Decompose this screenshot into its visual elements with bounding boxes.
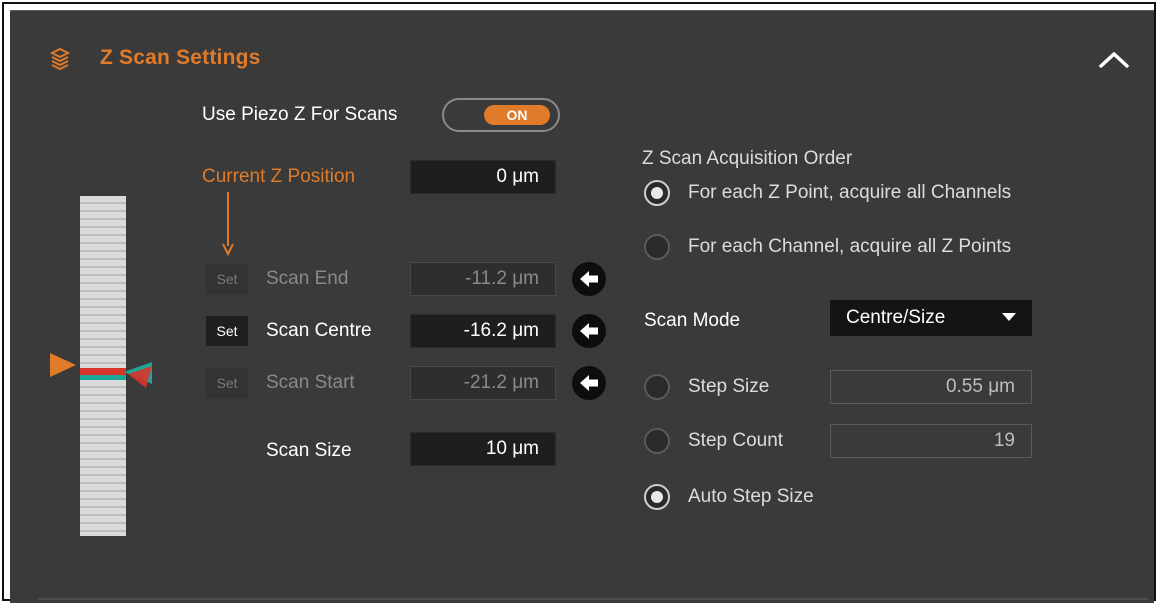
scan-start-field[interactable]: -21.2 μm	[410, 366, 556, 400]
scan-centre-label: Scan Centre	[266, 320, 372, 341]
header-divider	[10, 10, 1154, 11]
current-z-marker-icon	[50, 353, 76, 377]
scan-end-label: Scan End	[266, 268, 349, 289]
radio-step-size[interactable]	[644, 374, 670, 400]
caret-down-icon	[1002, 313, 1016, 321]
scan-mode-dropdown[interactable]: Centre/Size	[830, 300, 1032, 336]
step-size-label: Step Size	[688, 376, 770, 397]
step-count-field[interactable]: 19	[830, 424, 1032, 458]
set-scan-start-button[interactable]: Set	[206, 368, 248, 398]
scan-centre-field[interactable]: -16.2 μm	[410, 314, 556, 348]
scan-size-field[interactable]: 10 μm	[410, 432, 556, 466]
channel-all-z-points-label: For each Channel, acquire all Z Points	[688, 236, 1012, 257]
z-point-all-channels-label: For each Z Point, acquire all Channels	[688, 182, 1012, 203]
scan-end-field[interactable]: -11.2 μm	[410, 262, 556, 296]
z-scan-settings-panel: Z Scan Settings Use Piezo Z For Scans ON…	[10, 10, 1154, 603]
scan-range-marker-icon	[124, 362, 152, 388]
arrow-left-icon	[580, 323, 598, 339]
arrow-left-icon	[580, 271, 598, 287]
step-size-field[interactable]: 0.55 μm	[830, 370, 1032, 404]
scan-size-label: Scan Size	[266, 440, 352, 461]
panel-title: Z Scan Settings	[100, 46, 261, 69]
z-position-bar	[80, 196, 126, 536]
set-scan-end-button[interactable]: Set	[206, 264, 248, 294]
acquisition-order-heading: Z Scan Acquisition Order	[642, 148, 853, 169]
current-z-label: Current Z Position	[202, 166, 356, 187]
toggle-state: ON	[484, 105, 550, 125]
radio-auto-step-size[interactable]	[644, 484, 670, 510]
scan-end-goto-button[interactable]	[572, 262, 606, 296]
radio-channel-all-z-points[interactable]	[644, 234, 670, 260]
set-scan-centre-button[interactable]: Set	[206, 316, 248, 346]
scan-centre-goto-button[interactable]	[572, 314, 606, 348]
step-count-label: Step Count	[688, 430, 784, 451]
piezo-toggle[interactable]: ON	[442, 98, 560, 132]
radio-step-count[interactable]	[644, 428, 670, 454]
scan-mode-value: Centre/Size	[846, 307, 946, 328]
current-z-value: 0 μm	[410, 160, 556, 194]
radio-z-point-all-channels[interactable]	[644, 180, 670, 206]
scan-start-label: Scan Start	[266, 372, 355, 393]
piezo-label: Use Piezo Z For Scans	[202, 104, 398, 125]
scan-range-marker-red	[80, 368, 126, 375]
scan-start-goto-button[interactable]	[572, 366, 606, 400]
scan-range-marker-teal	[80, 375, 126, 380]
footer-divider	[38, 598, 1148, 600]
current-z-indicator-arrow	[222, 192, 234, 256]
scan-mode-label: Scan Mode	[644, 310, 741, 331]
auto-step-size-label: Auto Step Size	[688, 486, 814, 507]
layers-icon	[50, 48, 70, 70]
arrow-left-icon	[580, 375, 598, 391]
chevron-up-icon[interactable]	[1098, 50, 1130, 70]
